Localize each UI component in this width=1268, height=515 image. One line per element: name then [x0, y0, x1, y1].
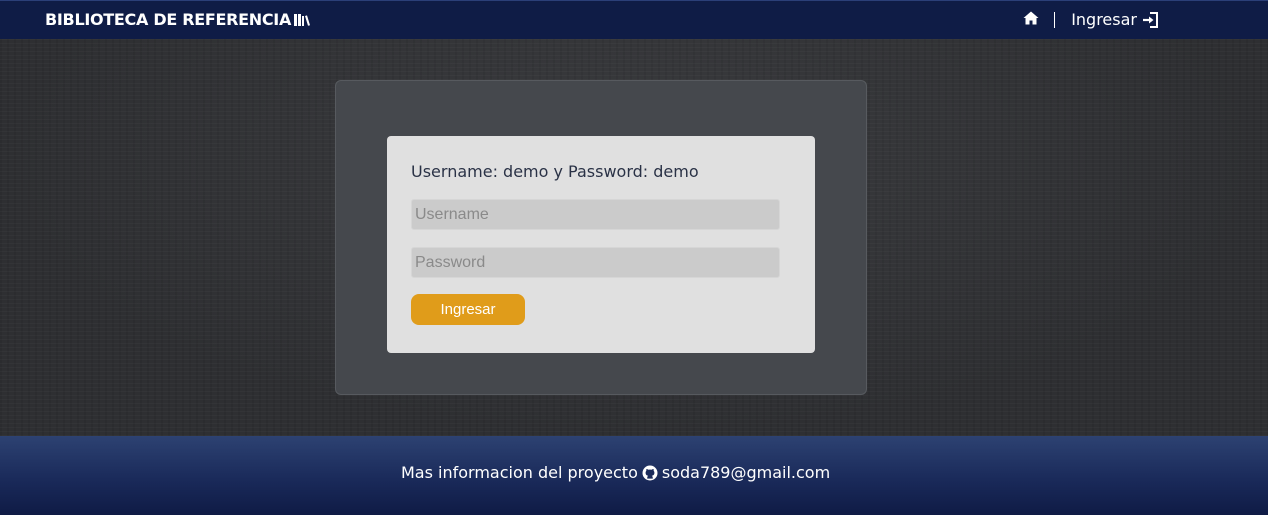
brand-title: BIBLIOTECA DE REFERENCIA — [45, 10, 292, 29]
home-icon — [1023, 10, 1039, 29]
nav-actions: Ingresar — [1023, 10, 1158, 29]
footer: Mas informacion del proyecto soda789@gma… — [0, 436, 1268, 515]
footer-info: Mas informacion del proyecto soda789@gma… — [401, 463, 830, 482]
login-panel: Username: demo y Password: demo Ingresar — [335, 80, 867, 395]
github-icon[interactable] — [642, 465, 658, 481]
main-content: Username: demo y Password: demo Ingresar — [0, 39, 1268, 436]
brand-link[interactable]: BIBLIOTECA DE REFERENCIA — [45, 10, 311, 29]
login-link-label: Ingresar — [1071, 10, 1137, 29]
password-input[interactable] — [411, 247, 780, 278]
nav-divider — [1054, 11, 1056, 28]
sign-in-icon — [1143, 11, 1158, 28]
footer-project-text: Mas informacion del proyecto — [401, 463, 638, 482]
top-navbar: BIBLIOTECA DE REFERENCIA Ingresar — [0, 0, 1268, 39]
footer-email[interactable]: soda789@gmail.com — [662, 463, 830, 482]
login-link[interactable]: Ingresar — [1071, 10, 1158, 29]
home-link[interactable] — [1023, 10, 1054, 29]
username-input[interactable] — [411, 199, 780, 230]
credentials-hint: Username: demo y Password: demo — [411, 162, 699, 181]
login-submit-button[interactable]: Ingresar — [411, 294, 525, 325]
login-form: Username: demo y Password: demo Ingresar — [387, 136, 815, 353]
books-icon — [294, 13, 311, 26]
